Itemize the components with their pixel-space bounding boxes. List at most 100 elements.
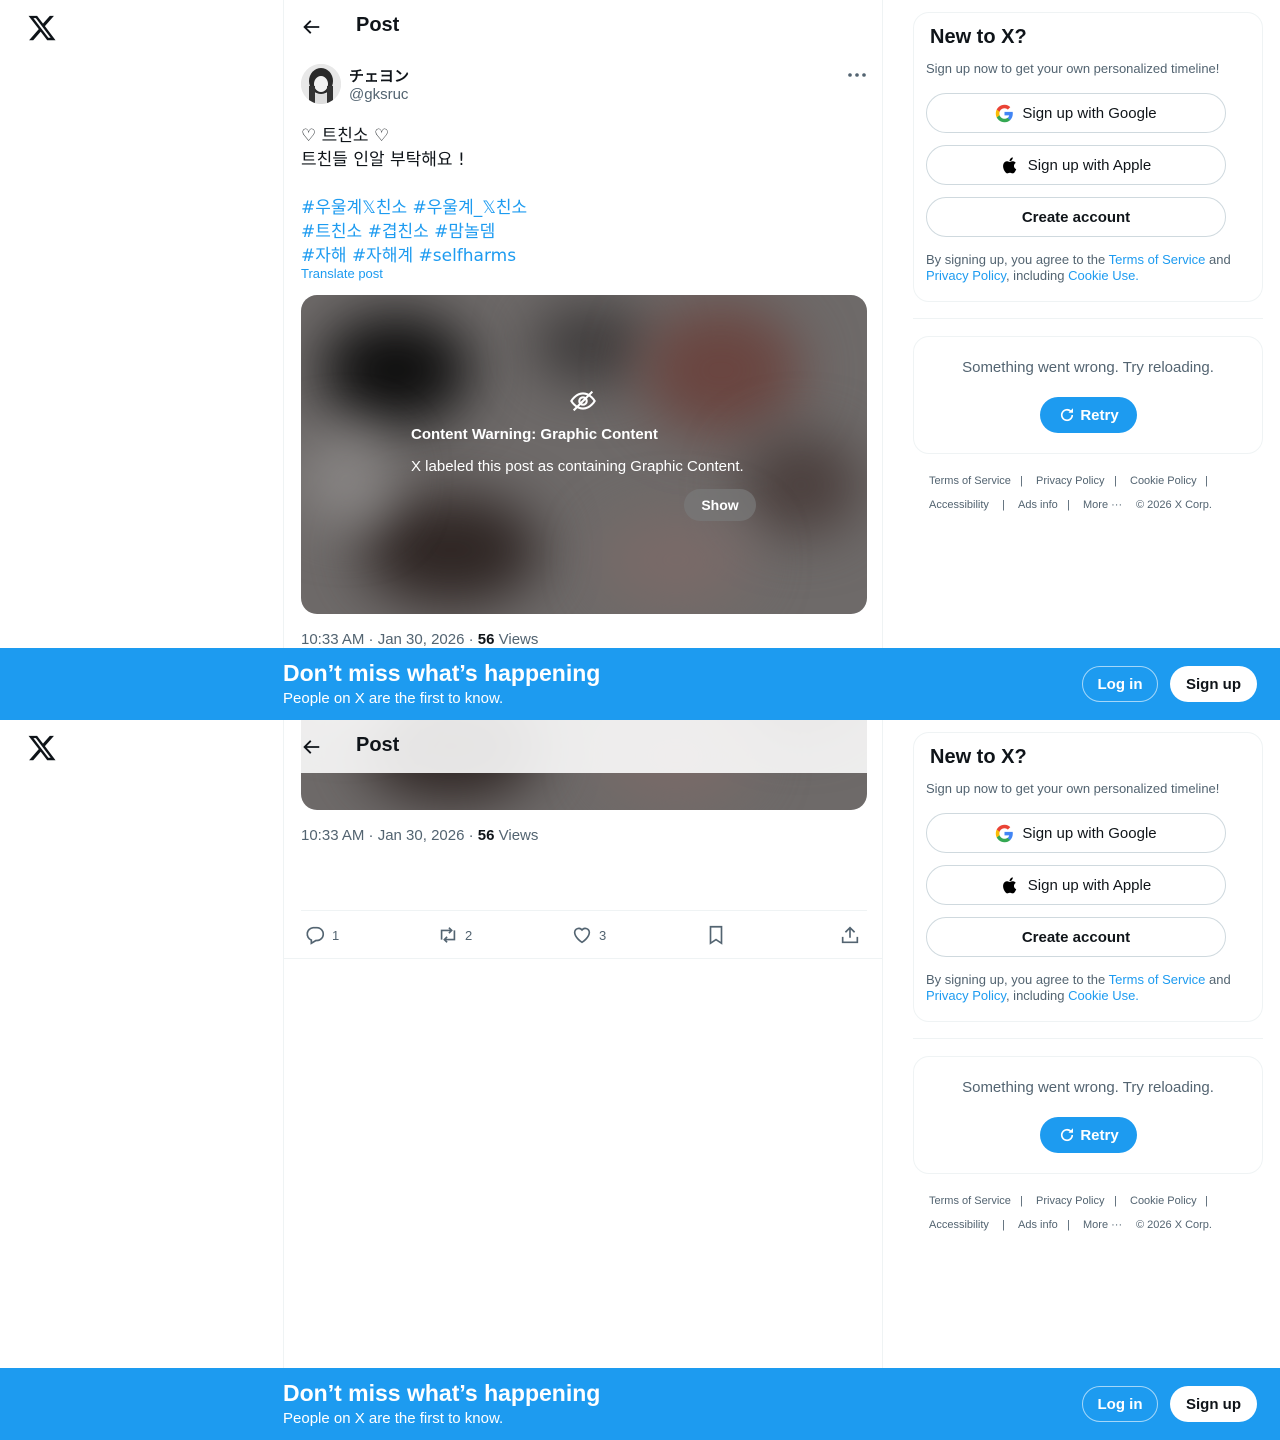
post-timestamp: 10:33 AM · Jan 30, 2026 · 56 Views <box>301 631 538 648</box>
footer-ads-link[interactable]: Ads info <box>1018 499 1058 511</box>
footer-cookie-link[interactable]: Cookie Policy <box>1130 1195 1197 1207</box>
like-button[interactable]: 3 <box>571 922 606 948</box>
legal-text: By signing up, you agree to the <box>926 252 1109 267</box>
post-actions: 1 2 3 <box>301 922 867 948</box>
bottom-signup-banner: Don’t miss what’s happening People on X … <box>0 1368 1280 1440</box>
footer-more-link[interactable]: More ··· <box>1083 499 1122 511</box>
hashtag-link[interactable]: #트친소 <box>301 222 362 242</box>
banner-title: Don’t miss what’s happening <box>283 660 601 686</box>
privacy-link[interactable]: Privacy Policy <box>926 988 1006 1003</box>
terms-link[interactable]: Terms of Service <box>1109 252 1206 267</box>
privacy-link[interactable]: Privacy Policy <box>926 268 1006 283</box>
hashtag-link[interactable]: #우울계_𝕏친소 <box>413 198 528 218</box>
hashtag-link[interactable]: #selfharms <box>419 246 517 266</box>
footer-privacy-link[interactable]: Privacy Policy <box>1036 475 1104 487</box>
footer-more-link[interactable]: More ··· <box>1083 1219 1122 1231</box>
post-timestamp: 10:33 AM · Jan 30, 2026 · 56 Views <box>301 827 538 844</box>
signup-card: New to X? Sign up now to get your own pe… <box>913 12 1263 302</box>
sidebar-divider <box>913 318 1263 319</box>
signup-button[interactable]: Sign up <box>1170 666 1257 702</box>
frame-top: チェヨン @gksruc ♡ 트친소 ♡ 트친들 인알 부탁해요 ! #우울계𝕏… <box>0 0 1280 720</box>
translate-post-link[interactable]: Translate post <box>301 266 383 281</box>
back-arrow-icon[interactable] <box>300 736 322 758</box>
hashtag-link[interactable]: #우울계𝕏친소 <box>301 198 407 218</box>
reply-button[interactable]: 1 <box>304 922 339 948</box>
bookmark-button[interactable] <box>705 922 733 948</box>
eye-slash-icon <box>570 390 596 412</box>
footer-accessibility-link[interactable]: Accessibility <box>929 499 989 511</box>
google-signup-button[interactable]: Sign up with Google <box>926 813 1226 853</box>
timestamp-link[interactable]: 10:33 AM · Jan 30, 2026 · <box>301 631 478 648</box>
signup-legal-text: By signing up, you agree to the Terms of… <box>926 252 1252 284</box>
more-options-icon[interactable] <box>846 67 868 83</box>
footer-terms-link[interactable]: Terms of Service <box>929 1195 1011 1207</box>
views-count: 56 <box>477 631 495 648</box>
avatar[interactable] <box>301 64 341 104</box>
google-signup-button[interactable]: Sign up with Google <box>926 93 1226 133</box>
cookie-use-link[interactable]: Cookie Use. <box>1068 988 1139 1003</box>
create-account-button[interactable]: Create account <box>926 917 1226 957</box>
apple-signup-button[interactable]: Sign up with Apple <box>926 145 1226 185</box>
trends-error-card: Something went wrong. Try reloading. Ret… <box>913 1056 1263 1174</box>
content-warning-title: Content Warning: Graphic Content <box>411 426 658 443</box>
hashtag-link[interactable]: #겹친소 <box>368 222 429 242</box>
legal-text: and <box>1205 972 1231 987</box>
divider <box>301 910 867 911</box>
repost-button[interactable]: 2 <box>437 922 472 948</box>
hashtag-link[interactable]: #자해 <box>301 246 347 266</box>
back-arrow-icon[interactable] <box>300 16 322 38</box>
sensitive-media: Content Warning: Graphic Content X label… <box>301 295 867 614</box>
footer-copyright: © 2026 X Corp. <box>1136 499 1212 511</box>
signup-legal-text: By signing up, you agree to the Terms of… <box>926 972 1252 1004</box>
apple-icon <box>1002 876 1016 893</box>
footer-cookie-link[interactable]: Cookie Policy <box>1130 475 1197 487</box>
trends-error-card: Something went wrong. Try reloading. Ret… <box>913 336 1263 454</box>
x-logo-icon[interactable] <box>27 733 57 763</box>
apple-icon <box>1002 156 1016 173</box>
signup-button[interactable]: Sign up <box>1170 1386 1257 1422</box>
hashtag-line: #트친소 #겹친소 #맘놀뎀 <box>301 217 495 242</box>
signup-subtitle: Sign up now to get your own personalized… <box>926 781 1220 796</box>
page-title: Post <box>356 14 400 36</box>
share-icon <box>841 926 859 944</box>
login-button[interactable]: Log in <box>1082 1386 1158 1422</box>
footer-accessibility-link[interactable]: Accessibility <box>929 1219 989 1231</box>
signup-title: New to X? <box>930 26 1027 48</box>
retry-button[interactable]: Retry <box>1040 1117 1137 1153</box>
hashtag-link[interactable]: #맘놀뎀 <box>434 222 495 242</box>
show-media-button[interactable]: Show <box>684 489 756 521</box>
user-handle[interactable]: @gksruc <box>349 86 408 103</box>
reply-count: 1 <box>332 927 340 943</box>
page-header: Post <box>284 720 882 773</box>
apple-signup-label: Sign up with Apple <box>1027 876 1152 894</box>
timestamp-link[interactable]: 10:33 AM · Jan 30, 2026 · <box>301 827 478 844</box>
signup-card: New to X? Sign up now to get your own pe… <box>913 732 1263 1022</box>
legal-text: , including <box>1005 988 1069 1003</box>
login-button[interactable]: Log in <box>1082 666 1158 702</box>
create-account-button[interactable]: Create account <box>926 197 1226 237</box>
reply-icon <box>306 926 325 945</box>
primary-column: チェヨン @gksruc ♡ 트친소 ♡ 트친들 인알 부탁해요 ! #우울계𝕏… <box>283 0 883 720</box>
refresh-icon <box>1061 408 1074 422</box>
footer-privacy-link[interactable]: Privacy Policy <box>1036 1195 1104 1207</box>
sidebar-divider <box>913 1038 1263 1039</box>
primary-column: #우울계𝕏친소 #우울계_𝕏친소 #트친소 #겹친소 #맘놀뎀 #자해 #자해계… <box>283 720 883 1440</box>
terms-link[interactable]: Terms of Service <box>1109 972 1206 987</box>
share-button[interactable] <box>839 922 867 948</box>
refresh-icon <box>1061 1128 1074 1142</box>
display-name[interactable]: チェヨン <box>349 65 409 86</box>
hashtag-link[interactable]: #자해계 <box>352 246 413 266</box>
repost-icon <box>440 927 456 943</box>
footer-copyright: © 2026 X Corp. <box>1136 1219 1212 1231</box>
page-title: Post <box>356 734 400 756</box>
x-logo-icon[interactable] <box>27 13 57 43</box>
retry-button[interactable]: Retry <box>1040 397 1137 433</box>
heart-icon <box>573 927 591 944</box>
apple-signup-button[interactable]: Sign up with Apple <box>926 865 1226 905</box>
footer-terms-link[interactable]: Terms of Service <box>929 475 1011 487</box>
retry-label: Retry <box>1080 406 1119 424</box>
google-icon <box>996 824 1014 842</box>
cookie-use-link[interactable]: Cookie Use. <box>1068 268 1139 283</box>
footer-ads-link[interactable]: Ads info <box>1018 1219 1058 1231</box>
like-count: 3 <box>599 927 607 943</box>
